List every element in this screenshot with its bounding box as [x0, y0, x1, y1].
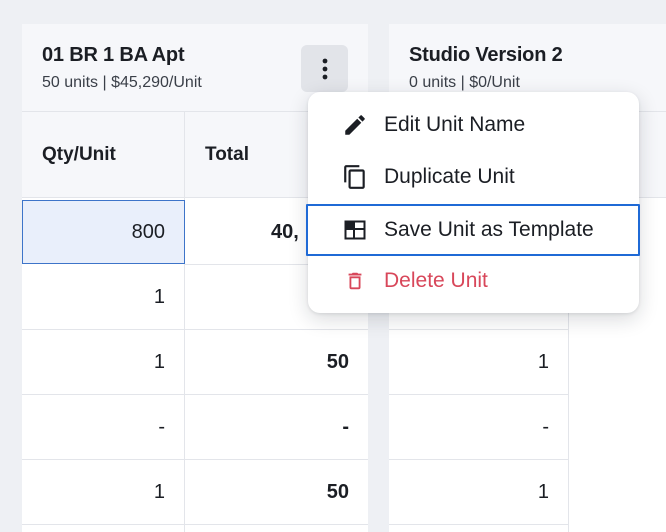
- qty-cell-unit2[interactable]: 1: [389, 330, 568, 395]
- pencil-icon: [340, 110, 370, 140]
- unit-context-menu: Edit Unit Name Duplicate Unit Save Unit …: [306, 92, 640, 313]
- template-icon: [340, 215, 370, 245]
- menu-item-label: Delete Unit: [384, 269, 488, 292]
- total-cell[interactable]: 50: [185, 330, 368, 395]
- unit-title: Studio Version 2: [409, 44, 563, 66]
- unit-summary: 0 units | $0/Unit: [409, 74, 520, 91]
- left-gutter: [0, 0, 22, 532]
- column-header-qty-per-unit[interactable]: Qty/Unit: [22, 112, 185, 198]
- qty-cell[interactable]: 1: [22, 265, 184, 330]
- duplicate-icon: [340, 162, 370, 192]
- menu-item-duplicate-unit[interactable]: Duplicate Unit: [308, 151, 639, 203]
- menu-item-delete-unit[interactable]: Delete Unit: [308, 255, 639, 307]
- total-cell[interactable]: 50: [185, 460, 368, 525]
- menu-item-label: Duplicate Unit: [384, 165, 515, 188]
- unit-summary: 50 units | $45,290/Unit: [42, 74, 202, 91]
- unit-menu-button[interactable]: [301, 45, 348, 92]
- menu-item-save-as-template[interactable]: Save Unit as Template: [306, 204, 640, 256]
- qty-cell-unit2[interactable]: -: [389, 395, 568, 460]
- qty-cell[interactable]: 1: [22, 460, 184, 525]
- unit-title: 01 BR 1 BA Apt: [42, 44, 185, 66]
- menu-item-label: Save Unit as Template: [384, 218, 594, 241]
- menu-item-edit-unit-name[interactable]: Edit Unit Name: [308, 99, 639, 151]
- qty-cell[interactable]: 1: [22, 330, 184, 395]
- total-cell[interactable]: -: [185, 395, 368, 460]
- qty-cell[interactable]: -: [22, 395, 184, 460]
- qty-cell-unit2[interactable]: 1: [389, 460, 568, 525]
- kebab-icon: [322, 58, 327, 79]
- menu-item-label: Edit Unit Name: [384, 113, 526, 136]
- trash-icon: [340, 266, 370, 296]
- qty-cell-selected[interactable]: 800: [22, 200, 185, 264]
